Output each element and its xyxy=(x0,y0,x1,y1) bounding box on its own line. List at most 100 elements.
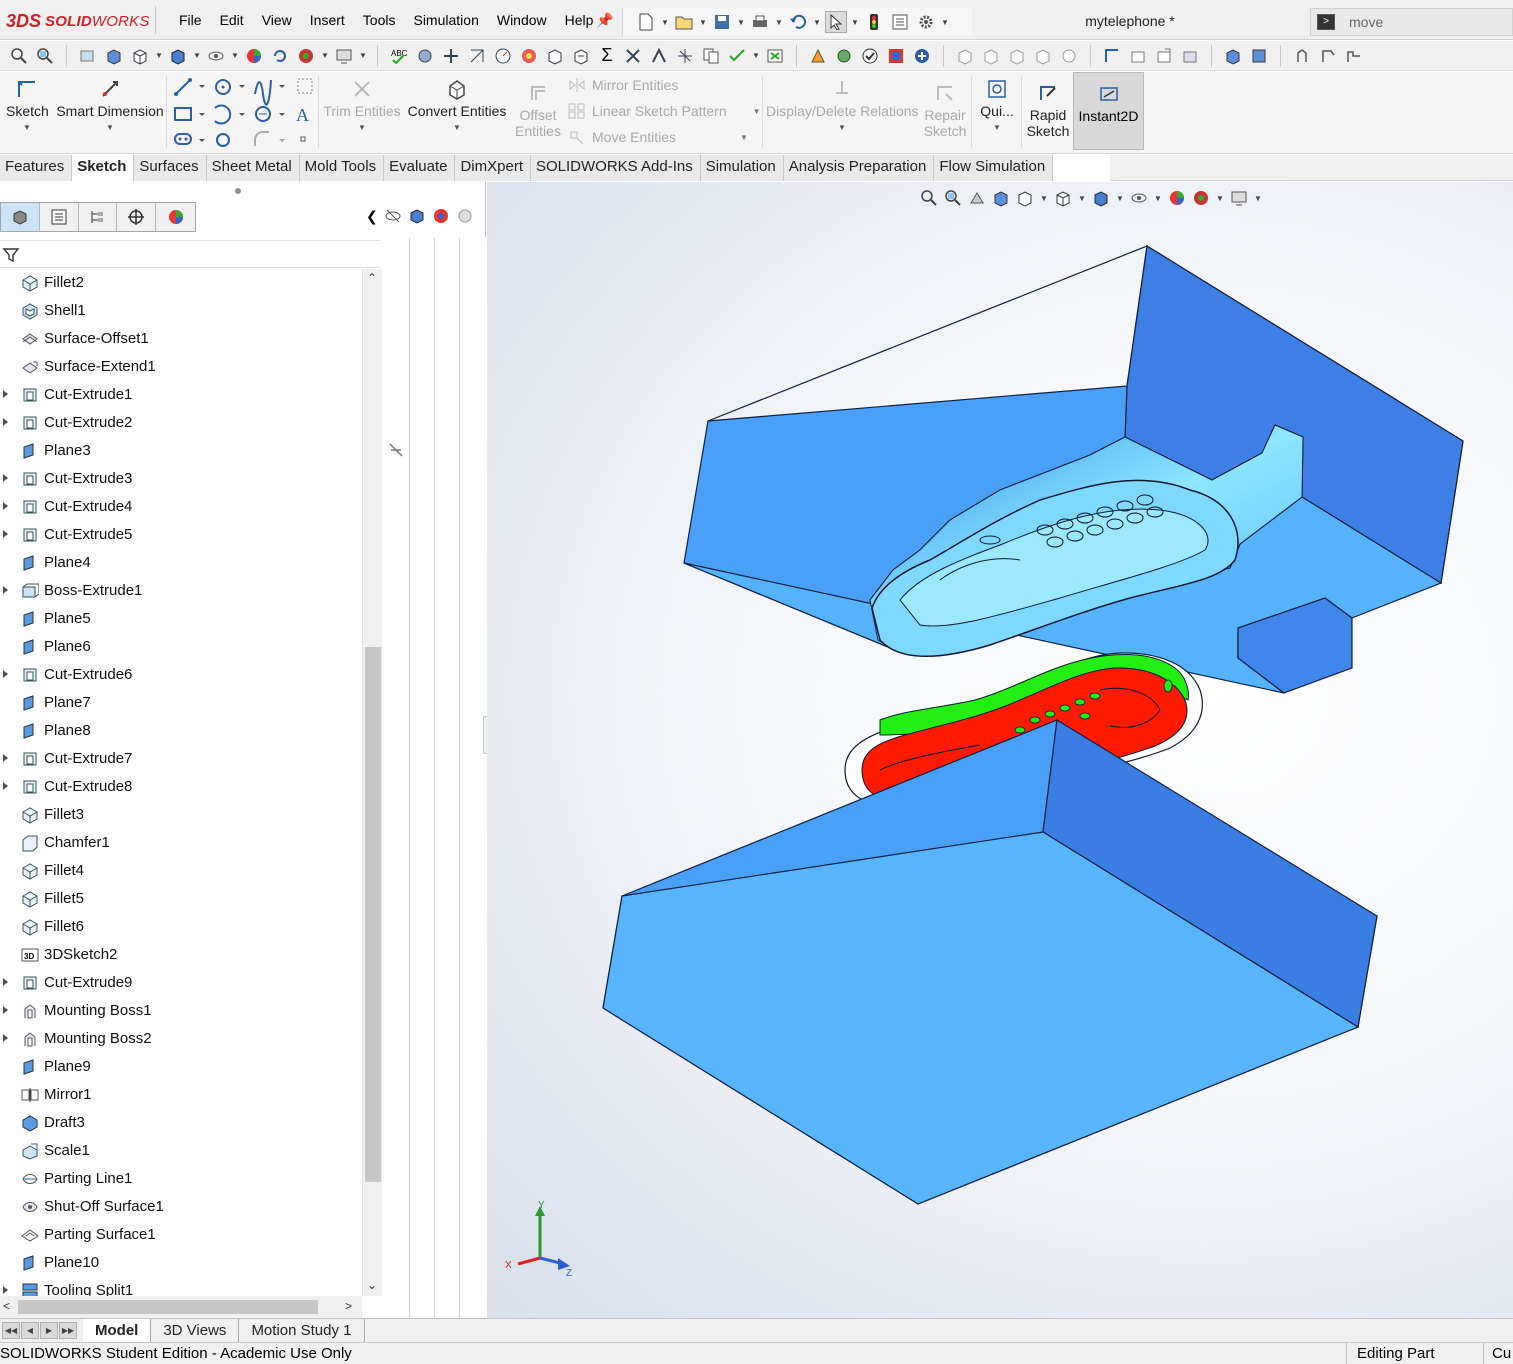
expand-arrow-icon[interactable] xyxy=(3,502,8,510)
tree-item[interactable]: Plane10 xyxy=(0,1249,362,1277)
view-orientation-icon[interactable] xyxy=(1054,189,1072,207)
chevron-down-icon[interactable]: ▼ xyxy=(752,51,760,60)
tree-item[interactable]: Parting Surface1 xyxy=(0,1221,362,1249)
chevron-down-icon[interactable]: ▼ xyxy=(661,18,669,27)
expand-arrow-icon[interactable] xyxy=(3,418,8,426)
apply-scene-icon[interactable] xyxy=(1192,189,1210,207)
instant2d-button[interactable]: Instant2D xyxy=(1073,72,1144,150)
symmetry-check-icon[interactable] xyxy=(622,45,644,67)
chevron-down-icon[interactable]: ▼ xyxy=(813,18,821,27)
linear-sketch-pattern-button[interactable]: Linear Sketch Pattern ▼ xyxy=(568,103,761,119)
tree-item[interactable]: Mounting Boss1 xyxy=(0,997,362,1025)
design-checker-icon[interactable] xyxy=(859,45,881,67)
menu-file[interactable]: File xyxy=(170,12,211,28)
sustainability-icon[interactable] xyxy=(911,45,933,67)
draftxpert-icon[interactable] xyxy=(807,45,829,67)
chevron-down-icon[interactable]: ▼ xyxy=(1078,194,1086,203)
rapid-sketch-button[interactable]: Rapid Sketch xyxy=(1024,82,1072,139)
tree-horizontal-scrollbar[interactable]: < > xyxy=(0,1296,362,1318)
expand-arrow-icon[interactable] xyxy=(3,530,8,538)
search-input[interactable] xyxy=(1349,14,1499,30)
scale-tool-icon[interactable] xyxy=(1127,45,1149,67)
tooling-split-tool-icon[interactable] xyxy=(1032,45,1054,67)
parting-surface-tool-icon[interactable] xyxy=(1006,45,1028,67)
tab-sheet-metal[interactable]: Sheet Metal xyxy=(206,155,300,181)
section-properties-icon[interactable] xyxy=(466,45,488,67)
tab-surfaces[interactable]: Surfaces xyxy=(134,155,207,181)
tab-3d-views[interactable]: 3D Views xyxy=(151,1319,240,1342)
tree-item[interactable]: Cut-Extrude3 xyxy=(0,465,362,493)
menu-window[interactable]: Window xyxy=(488,12,556,28)
tab-flow-simulation[interactable]: Flow Simulation xyxy=(934,155,1054,181)
tree-item[interactable]: Plane5 xyxy=(0,605,362,633)
chevron-left-icon[interactable]: ❮ xyxy=(366,208,378,225)
menu-view[interactable]: View xyxy=(253,12,301,28)
display-style-icon[interactable] xyxy=(1092,189,1110,207)
next-tab-icon[interactable]: ▶ xyxy=(40,1322,58,1339)
chevron-down-icon[interactable]: ⌄ xyxy=(367,1278,377,1292)
quick-snaps-button[interactable]: Qui... ▼ xyxy=(976,78,1018,132)
tree-item[interactable]: Tooling Split1 xyxy=(0,1277,362,1296)
graphics-area[interactable]: Y X Z xyxy=(487,182,1513,1318)
chevron-down-icon[interactable]: ▼ xyxy=(1216,194,1224,203)
tree-item[interactable]: Boss-Extrude1 xyxy=(0,577,362,605)
move-face-icon[interactable] xyxy=(1153,45,1175,67)
command-search[interactable]: > xyxy=(1310,8,1513,36)
chevron-down-icon[interactable]: ▼ xyxy=(406,123,508,132)
sketch-button[interactable]: Sketch ▼ xyxy=(6,78,49,132)
mirror-entities-button[interactable]: Mirror Entities xyxy=(568,77,678,93)
chevron-down-icon[interactable]: ▼ xyxy=(359,51,367,60)
menu-simulation[interactable]: Simulation xyxy=(404,12,487,28)
tab-features[interactable]: Features xyxy=(0,155,73,181)
hide-show-icon[interactable] xyxy=(384,207,402,225)
tab-sketch[interactable]: Sketch xyxy=(72,155,135,181)
menu-insert[interactable]: Insert xyxy=(301,12,354,28)
tree-item[interactable]: Plane8 xyxy=(0,717,362,745)
tree-item[interactable]: Cut-Extrude8 xyxy=(0,773,362,801)
open-folder-icon[interactable] xyxy=(673,11,695,33)
tree-item[interactable]: Cut-Extrude7 xyxy=(0,745,362,773)
save-icon[interactable] xyxy=(711,11,733,33)
transparency-icon[interactable] xyxy=(456,207,474,225)
tree-item[interactable]: Plane9 xyxy=(0,1053,362,1081)
tab-evaluate[interactable]: Evaluate xyxy=(384,155,456,181)
chevron-down-icon[interactable]: ▼ xyxy=(231,51,239,60)
display-manager-tab[interactable] xyxy=(156,203,195,231)
scrollbar-thumb[interactable] xyxy=(365,647,381,1182)
move-entities-button[interactable]: Move Entities ▼ xyxy=(568,129,748,145)
tree-item[interactable]: Fillet5 xyxy=(0,885,362,913)
curvature-icon[interactable] xyxy=(518,45,540,67)
chevron-up-icon[interactable]: ⌃ xyxy=(367,271,377,285)
tree-item[interactable]: Fillet6 xyxy=(0,913,362,941)
tab-analysis-preparation[interactable]: Analysis Preparation xyxy=(783,155,935,181)
first-tab-icon[interactable]: ◀◀ xyxy=(2,1322,20,1339)
tree-item[interactable]: Cut-Extrude4 xyxy=(0,493,362,521)
display-delete-relations-button[interactable]: Display/Delete Relations ▼ xyxy=(766,78,919,132)
tree-item[interactable]: Fillet4 xyxy=(0,857,362,885)
edit-appearance-icon[interactable] xyxy=(243,45,265,67)
tree-item[interactable]: Cut-Extrude5 xyxy=(0,521,362,549)
expand-arrow-icon[interactable] xyxy=(3,586,8,594)
hide-show-items-icon[interactable] xyxy=(205,45,227,67)
tree-item[interactable]: Cut-Extrude1 xyxy=(0,381,362,409)
delete-face-icon[interactable] xyxy=(1179,45,1201,67)
previous-view-icon[interactable] xyxy=(77,45,99,67)
repair-sketch-button[interactable]: Repair Sketch xyxy=(922,82,968,139)
scrollbar-thumb[interactable] xyxy=(18,1300,318,1314)
convert-entities-button[interactable]: Convert Entities ▼ xyxy=(406,78,508,132)
tree-item[interactable]: Plane3 xyxy=(0,437,362,465)
select-cursor-icon[interactable] xyxy=(825,11,847,33)
draft-analysis-icon[interactable] xyxy=(544,45,566,67)
menu-edit[interactable]: Edit xyxy=(211,12,253,28)
section-view-icon[interactable] xyxy=(103,45,125,67)
tree-item[interactable]: 3D 3DSketch2 xyxy=(0,941,362,969)
property-manager-tab[interactable] xyxy=(40,203,79,231)
tree-item[interactable]: Plane6 xyxy=(0,633,362,661)
tree-item[interactable]: Plane4 xyxy=(0,549,362,577)
offset-entities-button[interactable]: Offset Entities xyxy=(512,82,564,139)
undercut-analysis-icon[interactable] xyxy=(570,45,592,67)
view-orientation-icon[interactable] xyxy=(129,45,151,67)
spelling-icon[interactable]: ABC xyxy=(388,45,410,67)
chevron-down-icon[interactable]: ▼ xyxy=(321,51,329,60)
tab-motion-study-1[interactable]: Motion Study 1 xyxy=(239,1319,365,1342)
